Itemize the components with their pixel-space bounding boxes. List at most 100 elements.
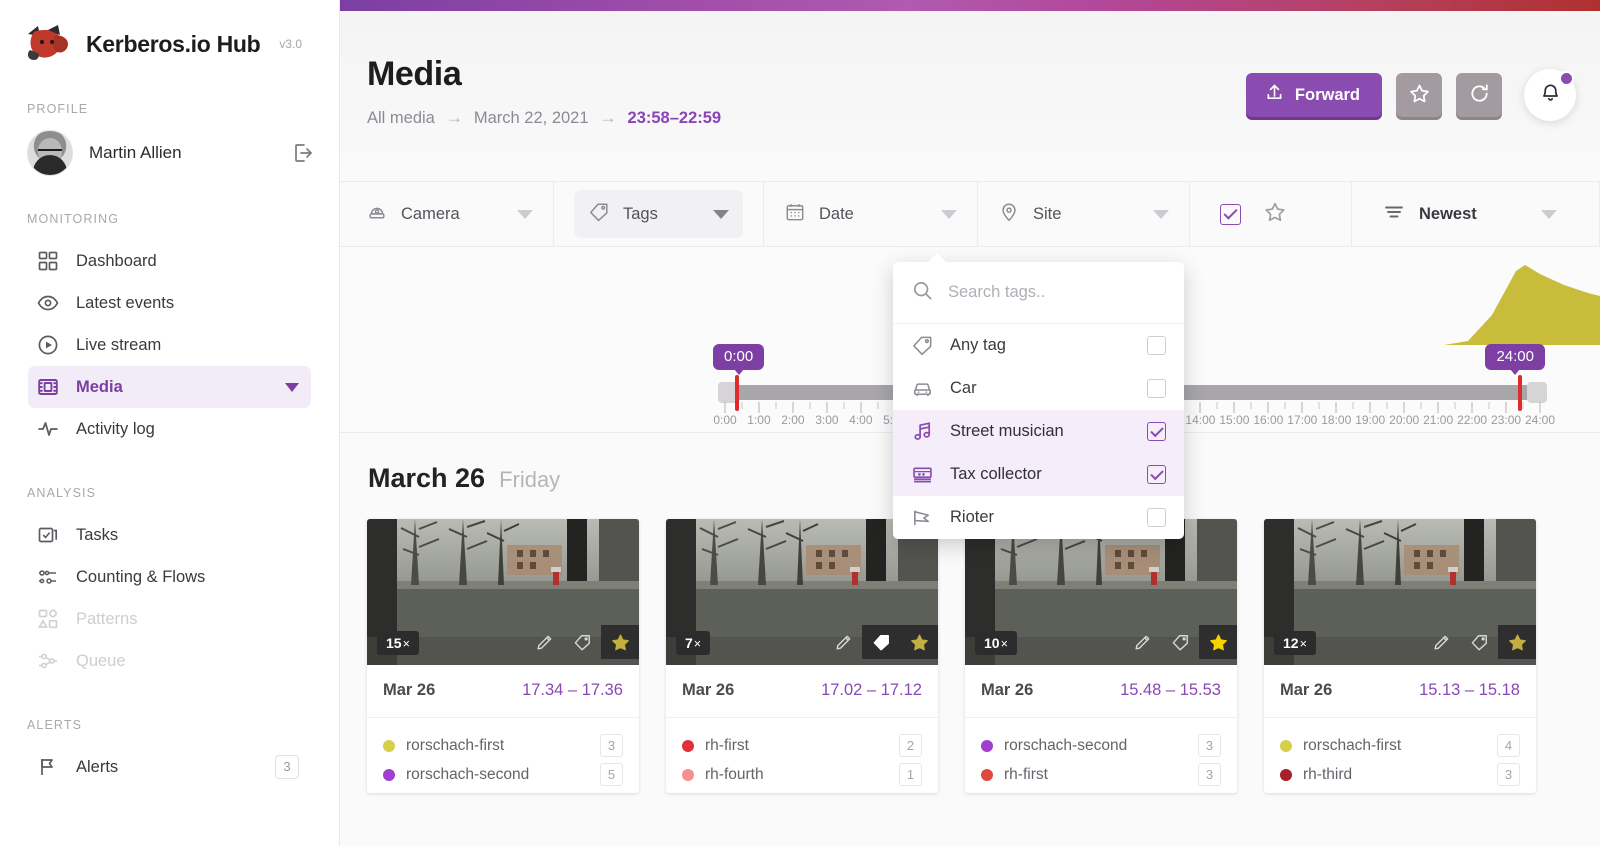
star-icon[interactable]	[900, 625, 938, 659]
tag-count: 4	[1497, 734, 1520, 757]
sidebar-item-latest-events[interactable]: Latest events	[28, 282, 311, 324]
tag-color-swatch	[981, 769, 993, 781]
timeline-tick	[1302, 402, 1303, 413]
timeline-tick	[1353, 402, 1354, 409]
timeline-tick	[741, 402, 742, 409]
timeline-tick	[860, 402, 861, 413]
media-tag-row: rorschach-second 5	[383, 760, 623, 789]
media-card-time: 17.34 – 17.36	[522, 681, 623, 700]
edit-icon[interactable]	[1422, 625, 1460, 659]
sidebar-item-live-stream[interactable]: Live stream	[28, 324, 311, 366]
edit-icon[interactable]	[1123, 625, 1161, 659]
star-icon[interactable]	[601, 625, 639, 659]
media-thumbnail[interactable]: 15×	[367, 519, 639, 665]
tag-option-tax-collector[interactable]: Tax collector	[893, 453, 1184, 496]
timeline-tick	[1404, 402, 1405, 413]
page-header: Media All media → March 22, 2021 → 23:58…	[340, 11, 1600, 181]
breadcrumb-item-1[interactable]: March 22, 2021	[474, 109, 589, 128]
timeline-tick	[1217, 402, 1218, 409]
upload-icon	[1264, 82, 1285, 108]
chevron-down-icon[interactable]	[285, 383, 299, 392]
chevron-down-icon	[1153, 210, 1169, 219]
timeline-bubble-right: 24:00	[1485, 344, 1545, 370]
filter-selection[interactable]	[1190, 182, 1352, 246]
filter-site[interactable]: Site	[978, 182, 1190, 246]
sidebar-item-dashboard[interactable]: Dashboard	[28, 240, 311, 282]
timeline-tick	[1455, 402, 1456, 409]
tag-option-any-tag[interactable]: Any tag	[893, 324, 1184, 367]
tag-option-checkbox[interactable]	[1147, 379, 1166, 398]
brand[interactable]: Kerberos.io Hub v3.0	[0, 0, 339, 66]
money-icon	[911, 463, 934, 486]
tag-option-label: Street musician	[950, 422, 1131, 441]
filter-sort[interactable]: Newest	[1352, 182, 1600, 246]
breadcrumb-item-2[interactable]: 23:58–22:59	[628, 109, 722, 128]
filter-date[interactable]: Date	[764, 182, 978, 246]
tag-count: 3	[1497, 763, 1520, 786]
timeline-tick	[1319, 402, 1320, 409]
sidebar-item-patterns[interactable]: Patterns	[28, 598, 311, 640]
sidebar-item-activity-log[interactable]: Activity log	[28, 408, 311, 450]
sidebar-item-alerts[interactable]: Alerts 3	[28, 746, 311, 788]
star-icon[interactable]	[1199, 625, 1237, 659]
media-tag-row: rh-fourth 1	[682, 760, 922, 789]
refresh-button[interactable]	[1456, 73, 1502, 117]
notifications-button[interactable]	[1524, 69, 1576, 121]
edit-icon[interactable]	[525, 625, 563, 659]
dashboard-icon	[36, 249, 60, 273]
eye-icon	[36, 291, 60, 315]
media-card[interactable]: 7×	[666, 519, 938, 793]
play-circle-icon	[36, 333, 60, 357]
tag-icon[interactable]	[862, 625, 900, 659]
media-thumbnail[interactable]: 7×	[666, 519, 938, 665]
tag-option-checkbox[interactable]	[1147, 336, 1166, 355]
tag-icon[interactable]	[563, 625, 601, 659]
edit-icon[interactable]	[824, 625, 862, 659]
tag-option-checkbox[interactable]	[1147, 422, 1166, 441]
search-input[interactable]	[948, 283, 1166, 302]
sidebar-item-queue[interactable]: Queue	[28, 640, 311, 682]
forward-button-label: Forward	[1295, 86, 1360, 105]
media-card-meta: Mar 26 17.34 – 17.36	[367, 665, 639, 718]
media-card-meta: Mar 26 15.13 – 15.18	[1264, 665, 1536, 718]
tag-option-car[interactable]: Car	[893, 367, 1184, 410]
media-thumbnail[interactable]: 10×	[965, 519, 1237, 665]
sidebar-item-media[interactable]: Media	[28, 366, 311, 408]
media-card[interactable]: 12×	[1264, 519, 1536, 793]
filter-camera[interactable]: Camera	[340, 182, 554, 246]
filter-tags-pill[interactable]: Tags	[574, 190, 743, 238]
tag-icon[interactable]	[1460, 625, 1498, 659]
header-actions: Forward	[1246, 69, 1576, 121]
breadcrumb-item-0[interactable]: All media	[367, 109, 435, 128]
media-card-time: 15.13 – 15.18	[1419, 681, 1520, 700]
filter-tags[interactable]: Tags	[554, 182, 764, 246]
media-thumbnail[interactable]: 12×	[1264, 519, 1536, 665]
tag-option-checkbox[interactable]	[1147, 508, 1166, 527]
logout-icon[interactable]	[291, 141, 315, 165]
tag-option-rioter[interactable]: Rioter	[893, 496, 1184, 539]
tag-count: 2	[899, 734, 922, 757]
timeline-tick	[1540, 402, 1541, 413]
favorites-button[interactable]	[1396, 73, 1442, 117]
tag-option-checkbox[interactable]	[1147, 465, 1166, 484]
tags-dropdown: Any tagCar Street musician Tax collectorRi…	[893, 262, 1184, 539]
sidebar-item-counting-flows[interactable]: Counting & Flows	[28, 556, 311, 598]
timeline-tick-label: 24:00	[1525, 413, 1555, 427]
select-all-checkbox[interactable]	[1220, 204, 1241, 225]
media-card[interactable]: 15×	[367, 519, 639, 793]
timeline-tick-label: 16:00	[1253, 413, 1283, 427]
profile-row[interactable]: Martin Allien	[0, 130, 339, 176]
media-tag-row: rh-first 3	[981, 760, 1221, 789]
star-outline-icon[interactable]	[1263, 200, 1287, 229]
star-icon[interactable]	[1498, 625, 1536, 659]
timeline-tick	[1200, 402, 1201, 413]
media-card[interactable]: 10×	[965, 519, 1237, 793]
timeline-knob-right[interactable]	[1527, 382, 1547, 403]
sort-icon	[1382, 200, 1406, 229]
tag-option-street-musician[interactable]: Street musician	[893, 410, 1184, 453]
tag-icon[interactable]	[1161, 625, 1199, 659]
sidebar-item-tasks[interactable]: Tasks	[28, 514, 311, 556]
day-title: March 26	[368, 463, 485, 494]
timeline-tick	[1336, 402, 1337, 413]
forward-button[interactable]: Forward	[1246, 73, 1382, 117]
